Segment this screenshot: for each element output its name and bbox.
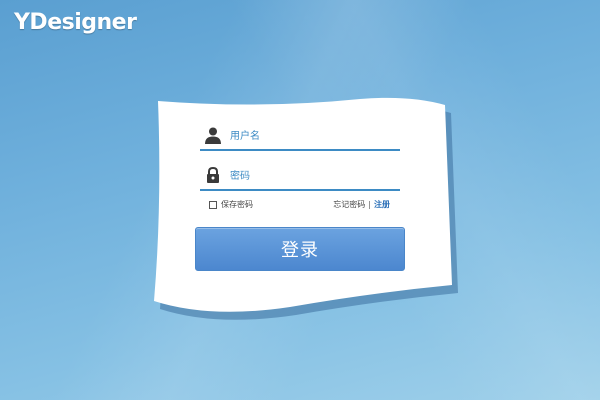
login-card: 保存密码 忘记密码|注册 登录 — [140, 95, 460, 320]
password-input[interactable] — [228, 165, 400, 187]
lock-icon — [207, 166, 219, 183]
link-separator: | — [368, 200, 371, 209]
checkbox-box[interactable] — [209, 200, 217, 209]
username-input[interactable] — [228, 125, 400, 147]
account-links: 忘记密码 | 注册 — [333, 199, 390, 210]
brand-logo: YDesigner — [14, 10, 137, 35]
login-button[interactable]: 登录 — [195, 227, 405, 271]
password-field[interactable] — [200, 163, 400, 191]
remember-password-label: 保存密码 — [221, 200, 253, 209]
remember-password-checkbox[interactable]: 保存密码 — [209, 199, 253, 210]
login-options: 保存密码 忘记密码 | 注册 — [209, 199, 390, 213]
register-link[interactable]: 注册 — [374, 200, 390, 209]
forgot-password-link[interactable]: 忘记密码 — [333, 200, 365, 209]
username-field[interactable] — [200, 123, 400, 151]
user-icon — [205, 127, 221, 144]
